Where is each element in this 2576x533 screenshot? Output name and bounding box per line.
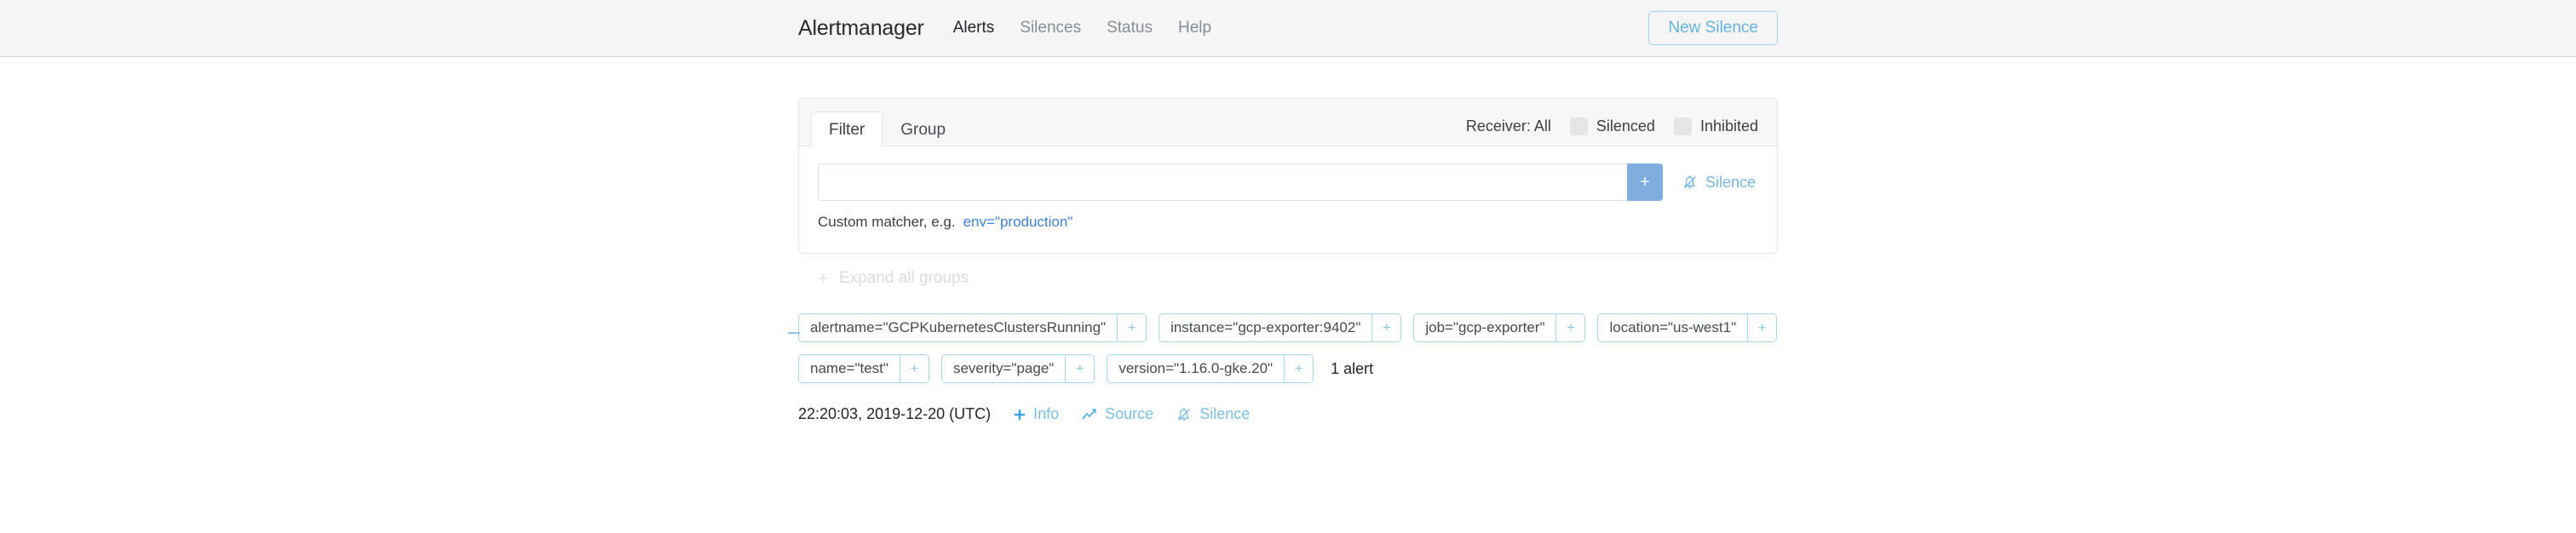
label-chip[interactable]: location="us-west1" + bbox=[1597, 313, 1778, 342]
main-container: Filter Group Receiver: All Silenced Inhi… bbox=[788, 98, 1778, 423]
filter-card-body: + Silence Custom matcher, e.g. env="prod… bbox=[799, 146, 1777, 253]
label-chip-text: instance="gcp-exporter:9402" bbox=[1170, 319, 1361, 335]
filter-card: Filter Group Receiver: All Silenced Inhi… bbox=[798, 98, 1778, 254]
alert-group: alertname="GCPKubernetesClustersRunning"… bbox=[788, 313, 1778, 423]
label-chip[interactable]: job="gcp-exporter" + bbox=[1413, 313, 1586, 342]
filter-header-controls: Receiver: All Silenced Inhibited bbox=[1466, 117, 1758, 146]
label-chip[interactable]: instance="gcp-exporter:9402" + bbox=[1159, 313, 1402, 342]
matcher-hint: Custom matcher, e.g. env="production" bbox=[818, 214, 1758, 231]
alert-info-label: Info bbox=[1033, 405, 1060, 422]
label-chip-add-filter-button[interactable]: + bbox=[1371, 314, 1401, 341]
plus-icon bbox=[1013, 408, 1026, 421]
navbar-inner: Alertmanager Alerts Silences Status Help… bbox=[798, 0, 1778, 56]
matcher-hint-text: Custom matcher, e.g. bbox=[818, 214, 956, 230]
alert-source-button[interactable]: Source bbox=[1081, 405, 1153, 423]
collapse-group-button[interactable] bbox=[785, 324, 803, 342]
nav-link-help[interactable]: Help bbox=[1178, 19, 1211, 37]
label-chip-add-filter-button[interactable]: + bbox=[1284, 355, 1314, 382]
silence-filter-button[interactable]: Silence bbox=[1682, 174, 1756, 192]
nav-link-alerts[interactable]: Alerts bbox=[953, 19, 995, 37]
alert-count-label: 1 alert bbox=[1331, 359, 1374, 377]
label-chip-text: version="1.16.0-gke.20" bbox=[1118, 360, 1274, 376]
plus-icon bbox=[817, 272, 829, 284]
inhibited-toggle-label: Inhibited bbox=[1699, 117, 1758, 135]
label-chip[interactable]: alertname="GCPKubernetesClustersRunning"… bbox=[798, 313, 1147, 342]
label-chip-text: location="us-west1" bbox=[1609, 319, 1737, 335]
navbar: Alertmanager Alerts Silences Status Help… bbox=[0, 0, 2576, 57]
matcher-input-row: + Silence bbox=[818, 163, 1758, 201]
filter-tabs: Filter Group bbox=[811, 99, 963, 146]
silenced-toggle-label: Silenced bbox=[1596, 117, 1655, 135]
label-chip-text: alertname="GCPKubernetesClustersRunning" bbox=[810, 319, 1107, 335]
add-matcher-button[interactable]: + bbox=[1627, 163, 1663, 201]
filter-card-header: Filter Group Receiver: All Silenced Inhi… bbox=[799, 99, 1777, 146]
alert-info-button[interactable]: Info bbox=[1013, 405, 1059, 423]
tab-filter[interactable]: Filter bbox=[811, 112, 883, 146]
inhibited-toggle[interactable]: Inhibited bbox=[1673, 117, 1758, 135]
alert-item: 22:20:03, 2019-12-20 (UTC) Info Source S… bbox=[798, 405, 1778, 423]
label-chip[interactable]: name="test" + bbox=[798, 354, 929, 383]
receiver-selector[interactable]: Receiver: All bbox=[1466, 117, 1551, 135]
matcher-hint-example: env="production" bbox=[963, 214, 1073, 230]
new-silence-button[interactable]: New Silence bbox=[1648, 10, 1778, 46]
silenced-toggle[interactable]: Silenced bbox=[1569, 117, 1655, 135]
label-chip-add-filter-button[interactable]: + bbox=[1555, 314, 1585, 341]
alert-source-label: Source bbox=[1105, 405, 1154, 422]
alert-group-labels: alertname="GCPKubernetesClustersRunning"… bbox=[798, 313, 1778, 383]
nav-link-silences[interactable]: Silences bbox=[1020, 19, 1081, 37]
alert-silence-button[interactable]: Silence bbox=[1176, 405, 1250, 423]
expand-all-groups-label: Expand all groups bbox=[839, 269, 969, 287]
bell-slash-icon bbox=[1682, 174, 1699, 191]
matcher-input[interactable] bbox=[818, 163, 1627, 201]
label-chip-add-filter-button[interactable]: + bbox=[1065, 355, 1095, 382]
brand-logo[interactable]: Alertmanager bbox=[798, 16, 924, 41]
tab-group[interactable]: Group bbox=[883, 112, 963, 146]
label-chip-add-filter-button[interactable]: + bbox=[899, 355, 929, 382]
minus-icon bbox=[788, 332, 800, 335]
checkbox-icon bbox=[1673, 117, 1692, 135]
label-chip-add-filter-button[interactable]: + bbox=[1747, 314, 1777, 341]
label-chip[interactable]: version="1.16.0-gke.20" + bbox=[1107, 354, 1314, 383]
chart-line-icon bbox=[1081, 407, 1098, 422]
alert-timestamp: 22:20:03, 2019-12-20 (UTC) bbox=[798, 405, 992, 422]
label-chip-text: job="gcp-exporter" bbox=[1425, 319, 1545, 335]
label-chip-add-filter-button[interactable]: + bbox=[1117, 314, 1147, 341]
label-chip-text: severity="page" bbox=[952, 360, 1055, 376]
expand-all-groups-button[interactable]: Expand all groups bbox=[798, 269, 1778, 288]
bell-slash-icon bbox=[1176, 406, 1193, 423]
alert-silence-label: Silence bbox=[1199, 405, 1251, 422]
nav-links: Alerts Silences Status Help bbox=[953, 19, 1211, 37]
silence-filter-label: Silence bbox=[1705, 173, 1757, 191]
navbar-right: New Silence bbox=[1648, 10, 1778, 46]
checkbox-icon bbox=[1569, 117, 1588, 135]
nav-link-status[interactable]: Status bbox=[1107, 19, 1153, 37]
label-chip-text: name="test" bbox=[810, 360, 888, 376]
label-chip[interactable]: severity="page" + bbox=[940, 354, 1095, 383]
